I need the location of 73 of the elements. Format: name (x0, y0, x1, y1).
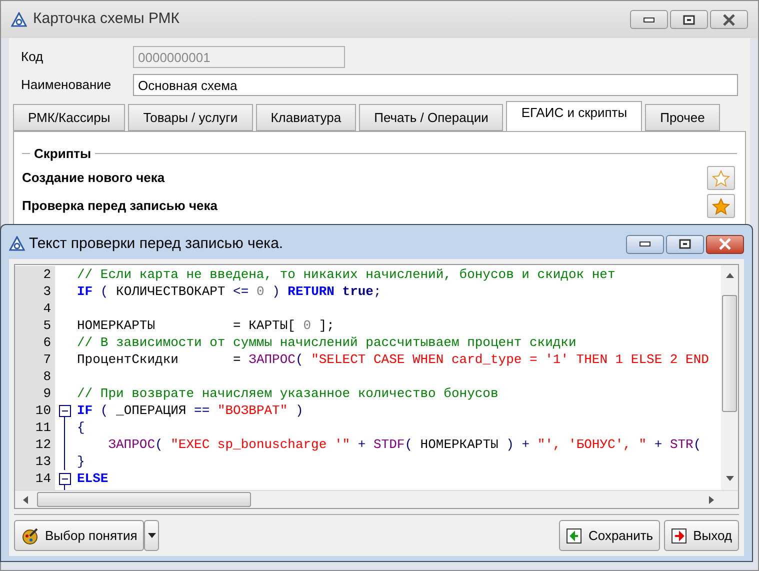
line-number: 12 (15, 436, 55, 453)
code-line: // Если карта не введена, то никаких начислений, бонусов и скидок нет (77, 267, 616, 282)
scroll-down-icon[interactable] (726, 476, 734, 481)
field-label: Наименование (21, 76, 112, 94)
minimize-button[interactable] (630, 10, 668, 29)
code-line: // При возврате начисляем указанное количество бонусов (77, 386, 498, 401)
palette-icon (21, 526, 39, 544)
scroll-right-icon[interactable] (709, 496, 714, 504)
close-icon (718, 238, 732, 250)
scrollbar-thumb[interactable] (722, 295, 737, 412)
scroll-up-icon[interactable] (726, 273, 734, 278)
caret-icon (148, 533, 156, 538)
code-line: IF ( КОЛИЧЕСТВОКАРТ <= 0 ) RETURN true; (77, 284, 382, 299)
section-title: Скрипты (34, 145, 92, 163)
minimize-icon (639, 241, 651, 247)
code-line: ELSE (77, 471, 108, 486)
window-title: Карточка схемы РМК (33, 9, 180, 30)
code-line: } (77, 454, 85, 469)
line-number: 9 (15, 385, 55, 402)
tab[interactable]: Печать / Операции (359, 104, 504, 131)
vertical-scrollbar[interactable] (721, 265, 738, 490)
scrollbar-thumb[interactable] (37, 492, 251, 507)
exit-button[interactable]: Выход (664, 520, 739, 551)
line-number: 2 (15, 266, 55, 283)
horizontal-scrollbar[interactable] (15, 490, 738, 508)
tab[interactable]: ЕГАИС и скрипты (506, 101, 642, 131)
app-logo-icon (11, 12, 27, 28)
code-line: ПроцентСкидки = ЗАПРОС( "SELECT CASE WHEN card_type = '1' THEN 1 ELSE 2 END (77, 352, 709, 367)
app-logo-icon (9, 236, 25, 252)
name-field[interactable]: Основная схема (133, 74, 738, 96)
code-line: IF ( _ОПЕРАЦИЯ == "ВОЗВРАТ" ) (77, 403, 304, 418)
script-label: Проверка перед записью чека (22, 197, 218, 216)
arrow-out-icon (671, 528, 688, 544)
fold-toggle-icon[interactable] (59, 472, 71, 484)
code-line: { (77, 420, 85, 435)
close-button[interactable] (706, 234, 744, 254)
fold-toggle-icon[interactable] (59, 404, 71, 416)
line-number: 5 (15, 317, 55, 334)
field-label: Код (21, 48, 44, 66)
dropdown-button[interactable] (144, 520, 160, 551)
save-button[interactable]: Сохранить (559, 520, 660, 551)
line-number: 8 (15, 368, 55, 385)
line-number: 4 (15, 300, 55, 317)
maximize-button[interactable] (670, 10, 708, 29)
line-number: 7 (15, 351, 55, 368)
line-number: 10 (15, 402, 55, 419)
line-number: 14 (15, 470, 55, 487)
line-number: 3 (15, 283, 55, 300)
close-icon (722, 14, 736, 26)
code-line: // В зависимости от суммы начислений рассчитываем процент скидки (77, 335, 576, 350)
code-line: НОМЕРКАРТЫ = КАРТЫ[ 0 ]; (77, 318, 334, 333)
minimize-button[interactable] (626, 234, 664, 254)
tab[interactable]: Товары / услуги (128, 104, 253, 131)
line-number: 13 (15, 453, 55, 470)
code-line: ЗАПРОС( "EXEC sp_bonuscharge '" + STDF( НОМЕРКАРТЫ ) + "', 'БОНУС', " + STR( (107, 437, 702, 452)
star-icon (712, 198, 730, 214)
dialog-title: Текст проверки перед записью чека. (29, 234, 284, 254)
maximize-icon (683, 14, 695, 24)
concept-button[interactable]: Выбор понятия (14, 520, 144, 551)
tab[interactable]: Прочее (645, 104, 720, 131)
arrow-in-icon (566, 528, 582, 544)
maximize-button[interactable] (666, 234, 704, 254)
star-icon (712, 170, 730, 186)
scroll-left-icon[interactable] (23, 496, 28, 504)
line-number: 6 (15, 334, 55, 351)
minimize-icon (643, 16, 655, 22)
close-button[interactable] (710, 10, 748, 29)
tab[interactable]: Клавиатура (256, 104, 356, 131)
script-button[interactable] (707, 194, 735, 218)
line-number: 11 (15, 419, 55, 436)
maximize-icon (679, 239, 691, 249)
tab[interactable]: РМК/Кассиры (13, 104, 126, 131)
script-label: Создание нового чека (22, 169, 165, 188)
